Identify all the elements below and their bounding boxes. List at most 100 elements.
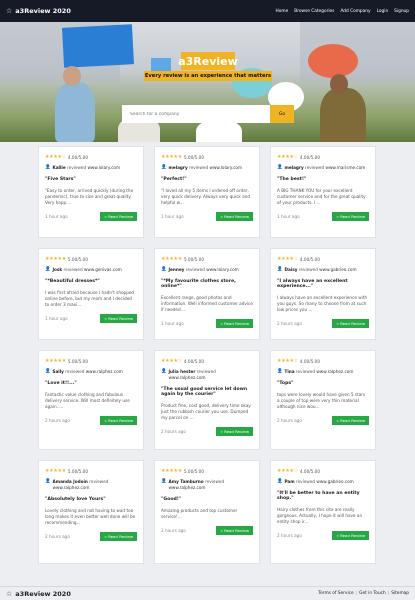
review-time: 2 hours ago (161, 429, 186, 435)
search-go-button[interactable]: Go (270, 105, 294, 123)
rating-row: ★★★★★ 5.00/5.00 (45, 358, 137, 364)
reviewer-name[interactable]: Josk (52, 267, 62, 272)
review-excerpt: Excellent range, good photos and informa… (161, 295, 253, 313)
rating-value: 5.00/5.00 (67, 358, 88, 364)
star-rating-icon: ★★★★☆ (161, 358, 182, 364)
review-title: "The usual good service let down again b… (161, 386, 248, 397)
star-rating-icon: ★★★★★ (45, 468, 66, 474)
user-icon: 👤 (161, 267, 167, 272)
company-link[interactable]: www.ralphez.com (168, 375, 205, 380)
reviewed-label: reviewed (305, 165, 325, 170)
user-icon: 👤 (277, 479, 283, 484)
company-link[interactable]: www.genivas.com (84, 267, 122, 272)
review-card: ★★★★☆ 4.00/5.00 👤 Julia hester reviewed ww… (154, 350, 260, 450)
review-title: "I always have an excellent experience..… (277, 279, 348, 290)
read-review-button[interactable]: » Read Review (216, 427, 253, 437)
read-review-button[interactable]: » Read Review (216, 212, 253, 222)
rating-value: 5.00/5.00 (183, 154, 204, 160)
footer-brand-name: a3Review 2020 (15, 589, 71, 598)
review-title: "Love it!!..." (45, 381, 77, 387)
footer-separator: | (387, 591, 390, 596)
card-footer: 1 hour ago » Read Review (277, 212, 369, 222)
review-excerpt: A BIG THANK YOU for your excellent custo… (277, 188, 366, 206)
read-review-button[interactable]: » Read Review (100, 212, 137, 222)
review-card: ★★★★☆ 4.00/5.00 👤 Pam reviewed www.gabrieo… (270, 460, 376, 564)
read-review-button[interactable]: » Read Review (332, 531, 369, 541)
nav-login[interactable]: Login (377, 9, 389, 14)
nav-add-company[interactable]: Add Company (340, 9, 370, 14)
company-link[interactable]: www.lolary.com (210, 165, 243, 170)
company-link[interactable]: www.ralphez.com (316, 369, 353, 374)
reviewer-name[interactable]: Jenney (168, 267, 184, 272)
reviewer-name[interactable]: Pam (284, 479, 294, 484)
card-footer: 1 hour ago » Read Review (161, 212, 253, 222)
rating-value: 4.00/5.00 (67, 154, 88, 160)
star-rating-icon: ★★★★★ (45, 358, 66, 364)
review-excerpt: "Easy to order, arrived quickly (during … (45, 188, 134, 206)
review-excerpt: "I loved all my 5 items I ordered off or… (161, 188, 251, 206)
review-title: "Tops" (277, 381, 294, 387)
read-review-button[interactable]: » Read Review (100, 532, 137, 542)
review-card: ★★★★★ 5.00/5.00 👤 Amy Tamburno reviewed ww… (154, 460, 260, 564)
review-title: "*My favourite clothes store, online*" (161, 279, 236, 290)
read-review-button[interactable]: » Read Review (100, 314, 137, 324)
read-review-button[interactable]: » Read Review (332, 416, 369, 426)
company-link[interactable]: www.marisme.com (326, 165, 366, 170)
brand-logo[interactable]: ☆ a3Review 2020 (6, 7, 71, 15)
review-title: "Absolutely love Yours" (45, 496, 106, 502)
review-time: 2 hours ago (45, 534, 70, 540)
card-footer: 2 hours ago » Read Review (45, 532, 137, 542)
reviewer-line: 👤 Daisy reviewed www.gabrieo.com (277, 267, 369, 273)
company-link[interactable]: www.ralphez.com (52, 485, 89, 490)
reviewed-label: reviewed (65, 369, 85, 374)
reviewer-name[interactable]: Sally (52, 369, 63, 374)
reviewer-name[interactable]: Daisy (284, 267, 297, 272)
nav-home[interactable]: Home (276, 9, 289, 14)
reviewer-name[interactable]: Tina (284, 369, 294, 374)
reviewer-name[interactable]: Amanda Jodoin (52, 479, 87, 484)
company-link[interactable]: www.gabrieo.com (316, 479, 353, 484)
rating-value: 4.00/5.00 (299, 154, 320, 160)
rating-value: 5.00/5.00 (183, 256, 204, 262)
user-icon: 👤 (161, 369, 167, 374)
footer-sitemap-link[interactable]: Sitemap (391, 591, 409, 596)
reviewer-name[interactable]: Julia hester (168, 369, 195, 374)
reviewed-label: reviewed (298, 267, 318, 272)
company-link[interactable]: www.loiary.com (206, 267, 239, 272)
reviewer-name[interactable]: Amy Tamburno (168, 479, 203, 484)
review-title: "Five Stars" (45, 177, 76, 183)
reviewer-name[interactable]: melagry (284, 165, 303, 170)
company-link[interactable]: www.ralphez.com (86, 369, 123, 374)
company-link[interactable]: www.gabrieo.com (319, 267, 356, 272)
review-title: "Good!" (161, 496, 182, 502)
footer-terms-link[interactable]: Terms of Service (318, 591, 353, 596)
nav-signup[interactable]: Signup (394, 9, 409, 14)
footer-brand[interactable]: ☆ a3Review 2020 (6, 590, 71, 598)
footer-contact-link[interactable]: Get in Touch (359, 591, 386, 596)
company-link[interactable]: www.ralphez.com (168, 485, 205, 490)
card-footer: 1 hour ago » Read Review (45, 314, 137, 324)
search-input[interactable] (122, 105, 270, 123)
review-title: "*Beautiful dresses*" (45, 279, 100, 285)
read-review-button[interactable]: » Read Review (332, 212, 369, 222)
review-card: ★★★★★ 5.00/5.00 👤 Josk reviewed www.geniva… (38, 248, 144, 340)
reviewer-name[interactable]: Kallie (52, 165, 65, 170)
company-link[interactable]: www.lolary.com (87, 165, 120, 170)
reviewed-label: reviewed (295, 369, 316, 374)
review-title: "Perfect!" (161, 177, 187, 183)
nav-browse-categories[interactable]: Browse Categories (294, 9, 334, 14)
reviewer-line: 👤 Kallie reviewed www.lolary.com (45, 165, 137, 171)
reviewer-name[interactable]: melagry (168, 165, 187, 170)
read-review-button[interactable]: » Read Review (100, 416, 137, 426)
review-excerpt: Amazing products and top customer servic… (161, 507, 238, 519)
read-review-button[interactable]: » Read Review (216, 525, 253, 535)
read-review-button[interactable]: » Read Review (216, 319, 253, 329)
star-rating-icon: ★★★★★ (161, 468, 182, 474)
rating-row: ★★★★☆ 4.00/5.00 (277, 256, 369, 262)
review-time: 2 hours ago (45, 418, 70, 424)
star-rating-icon: ★★★★★ (45, 256, 66, 262)
user-icon: 👤 (277, 369, 283, 374)
review-card: ★★★★☆ 4.00/5.00 👤 Kallie reviewed www.lola… (38, 146, 144, 238)
reviewer-line: 👤 Tina reviewed www.ralphez.com (277, 369, 369, 375)
read-review-button[interactable]: » Read Review (332, 319, 369, 329)
